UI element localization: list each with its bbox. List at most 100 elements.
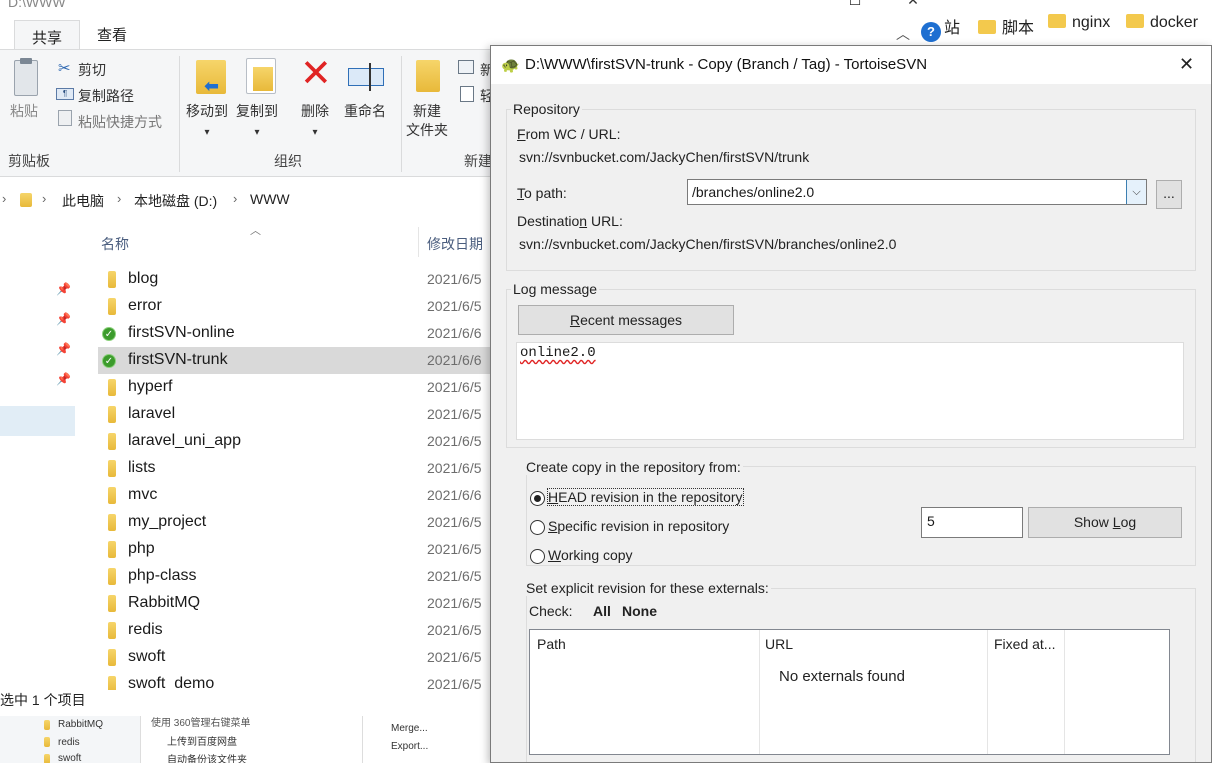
chevron-right-icon[interactable]: › (2, 191, 6, 206)
ribbon-divider (179, 56, 180, 172)
folder-icon (20, 193, 32, 207)
log-message-textarea[interactable]: online2.0 (516, 342, 1184, 440)
column-header-path[interactable]: Path (537, 636, 566, 652)
collapse-ribbon-icon[interactable]: ︿ (896, 24, 910, 44)
destination-label-b: URL: (587, 213, 623, 229)
radio-button-selected[interactable] (530, 491, 545, 506)
bookmark-site[interactable]: 站 (944, 14, 960, 38)
destination-label-a: Destinatio (517, 213, 580, 229)
file-name: laravel_uni_app (128, 432, 241, 449)
file-name: error (128, 297, 162, 314)
chevron-right-icon[interactable]: › (117, 191, 121, 206)
revision-input[interactable]: 5 (921, 507, 1023, 538)
folder-icon (44, 720, 50, 730)
file-name: swoft (128, 648, 166, 665)
help-icon[interactable]: ? (921, 22, 941, 42)
externals-table[interactable]: Path URL Fixed at... No externals found (529, 629, 1170, 755)
bookmark-scripts[interactable]: 脚本 (978, 14, 1034, 38)
new-folder-icon (416, 60, 440, 92)
column-header-modified[interactable]: 修改日期 (427, 234, 483, 254)
file-modified-date: 2021/6/5 (427, 406, 482, 422)
tab-view[interactable]: 查看 (97, 24, 127, 45)
column-header-name[interactable]: 名称 (101, 234, 129, 254)
paste-icon (10, 58, 42, 98)
group-label-new: 新建 (464, 153, 492, 169)
browse-button[interactable]: ... (1156, 180, 1182, 209)
breadcrumb-drive-d[interactable]: 本地磁盘 (D:) (134, 191, 217, 211)
rename-button[interactable]: 重命名 (344, 102, 386, 121)
bookmark-nginx[interactable]: nginx (1048, 14, 1110, 32)
bg-item-redis: redis (58, 737, 80, 748)
file-modified-date: 2021/6/5 (427, 271, 482, 287)
file-modified-date: 2021/6/5 (427, 433, 482, 449)
svn-ok-folder-icon: ✓ (102, 327, 116, 341)
radio-specific-revision[interactable]: Specific revision in repository (530, 517, 760, 539)
recent-messages-button[interactable]: Recent messages (518, 305, 734, 335)
revision-value: 5 (927, 513, 935, 529)
delete-button[interactable]: 删除 ▾ (301, 102, 329, 142)
radio-working-copy[interactable]: Working copy (530, 546, 760, 568)
folder-icon (978, 20, 996, 34)
file-modified-date: 2021/6/6 (427, 352, 482, 368)
file-modified-date: 2021/6/5 (427, 649, 482, 665)
column-divider[interactable] (418, 227, 419, 257)
copy-to-button[interactable]: 复制到 ▾ (236, 102, 278, 142)
destination-label: Destination URL: (517, 213, 623, 229)
copy-path-button[interactable]: 复制路径 (78, 86, 134, 106)
svn-ok-folder-icon: ✓ (102, 354, 116, 368)
column-divider[interactable] (987, 630, 988, 754)
menu-item-export[interactable]: Export... (391, 741, 428, 752)
cut-button[interactable]: 剪切 (78, 60, 106, 80)
file-modified-date: 2021/6/5 (427, 298, 482, 314)
close-icon[interactable]: ✕ (1179, 54, 1194, 75)
menu-item-baidu[interactable]: 上传到百度网盘 (167, 733, 237, 748)
radio-head-revision[interactable]: HEAD revision in the repository (530, 488, 760, 510)
create-from-group-label: Create copy in the repository from: (524, 459, 743, 475)
log-message-group-label: Log message (511, 281, 600, 297)
paste-shortcut-button[interactable]: 粘贴快捷方式 (78, 112, 162, 132)
show-log-label-u: L (1112, 514, 1121, 530)
menu-item-backup[interactable]: 自动备份该文件夹 (167, 751, 247, 763)
check-all-link[interactable]: All (593, 603, 611, 619)
chevron-right-icon[interactable]: › (42, 191, 46, 206)
chevron-down-icon: ▾ (204, 127, 210, 138)
breadcrumb-www[interactable]: WWW (250, 191, 290, 207)
move-to-label: 移动到 (186, 103, 228, 119)
file-modified-date: 2021/6/5 (427, 676, 482, 690)
close-icon[interactable]: ✕ (904, 0, 922, 8)
breadcrumb-this-pc[interactable]: 此电脑 (62, 191, 104, 211)
menu-item-merge[interactable]: Merge... (391, 723, 428, 734)
show-log-label-b: og (1120, 514, 1137, 530)
show-log-button[interactable]: Show Log (1028, 507, 1182, 538)
menu-item-360[interactable]: 使用 360管理右键菜单 (151, 716, 250, 729)
paste-button[interactable]: 粘贴 (10, 102, 38, 121)
bookmark-docker[interactable]: docker (1126, 14, 1198, 32)
column-divider[interactable] (759, 630, 760, 754)
svn-copy-dialog: 🐢 D:\WWW\firstSVN-trunk - Copy (Branch /… (490, 45, 1212, 763)
radio-button[interactable] (530, 549, 545, 564)
file-modified-date: 2021/6/5 (427, 595, 482, 611)
repository-group-label: Repository (511, 101, 582, 117)
move-to-button[interactable]: 移动到 ▾ (186, 102, 228, 142)
copy-to-label: 复制到 (236, 103, 278, 119)
folder-icon (108, 541, 116, 558)
chevron-right-icon[interactable]: › (233, 191, 237, 206)
check-none-link[interactable]: None (622, 603, 657, 619)
file-name: lists (128, 459, 156, 476)
maximize-icon[interactable]: ☐ (846, 0, 864, 8)
bg-item-swoft: swoft (58, 753, 82, 763)
new-folder-label-2: 文件夹 (406, 122, 448, 138)
tab-share[interactable]: 共享 (14, 20, 80, 50)
folder-icon (108, 379, 116, 396)
chevron-down-icon[interactable]: ⌵ (1126, 180, 1146, 204)
background-window: RabbitMQ redis swoft 使用 360管理右键菜单 上传到百度网… (0, 716, 490, 763)
column-header-url[interactable]: URL (765, 636, 793, 652)
radio-button[interactable] (530, 520, 545, 535)
no-externals-message: No externals found (779, 668, 905, 685)
column-header-fixed-at[interactable]: Fixed at... (994, 636, 1055, 652)
file-name: RabbitMQ (128, 594, 201, 611)
to-path-combo[interactable]: /branches/online2.0 ⌵ (687, 179, 1147, 205)
file-name: mvc (128, 486, 158, 503)
column-divider[interactable] (1064, 630, 1065, 754)
new-folder-button[interactable]: 新建 文件夹 (406, 102, 448, 140)
